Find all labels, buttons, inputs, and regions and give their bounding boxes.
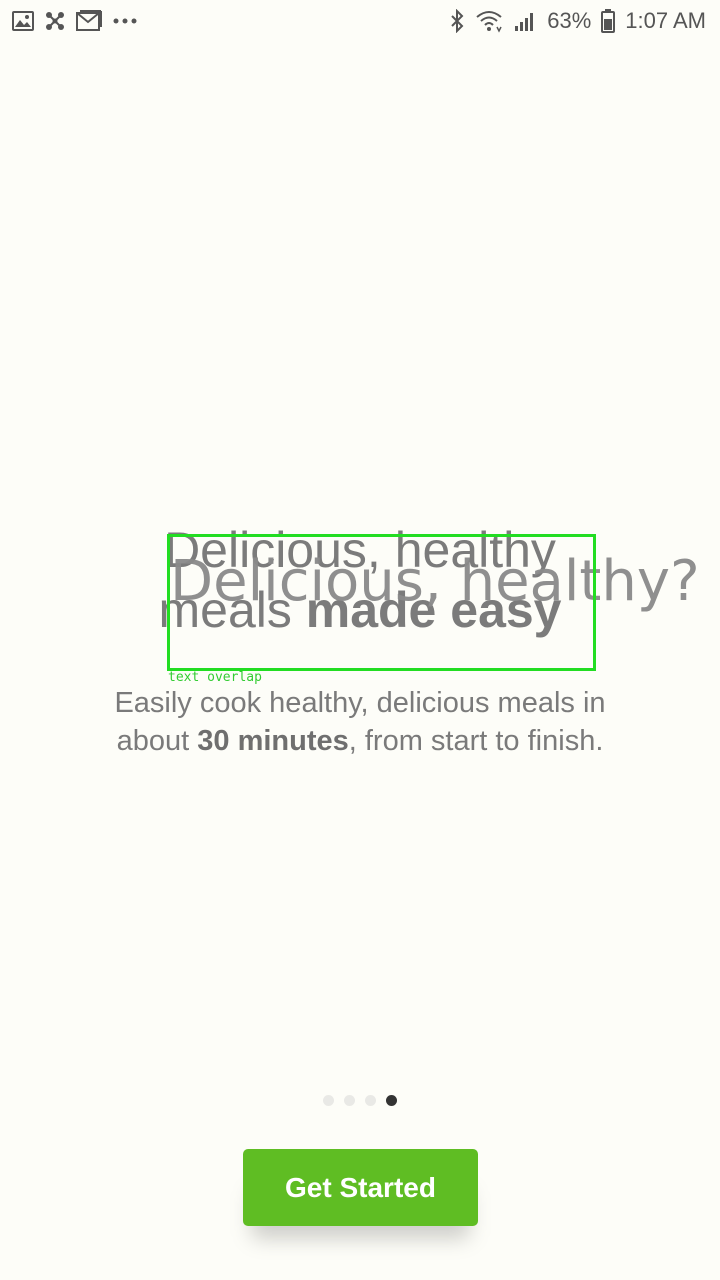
page-dot-2[interactable] — [344, 1095, 355, 1106]
page-dot-3[interactable] — [365, 1095, 376, 1106]
page-dot-4[interactable] — [386, 1095, 397, 1106]
subtext-suffix: , from start to finish. — [348, 725, 604, 757]
get-started-button[interactable]: Get Started — [243, 1149, 478, 1226]
onboarding-subtext: Easily cook healthy, delicious meals in … — [110, 684, 610, 760]
page-indicator — [0, 1095, 720, 1106]
overlap-caption: text overlap — [168, 670, 262, 685]
page-dot-1[interactable] — [323, 1095, 334, 1106]
subtext-bold: 30 minutes — [197, 725, 349, 757]
onboarding-screen: Delicious, healthy meals made easy Delic… — [0, 0, 720, 1280]
get-started-container: Get Started — [243, 1149, 478, 1239]
overlap-highlight-box — [167, 534, 596, 671]
